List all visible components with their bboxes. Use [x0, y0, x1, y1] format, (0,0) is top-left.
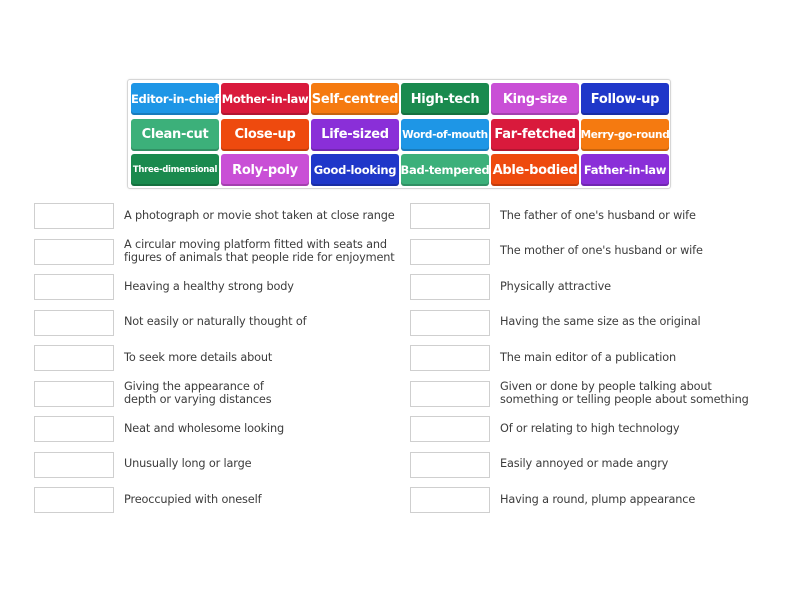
definition-text: Preoccupied with oneself: [124, 492, 262, 506]
definition-text: Neat and wholesome looking: [124, 421, 285, 435]
answer-drop-box[interactable]: [34, 203, 114, 229]
word-tile[interactable]: Bad-tempered: [401, 154, 490, 186]
answer-drop-box[interactable]: [34, 274, 114, 300]
word-tile[interactable]: Merry-go-round: [581, 118, 670, 151]
definition-text: Heaving a healthy strong body: [124, 279, 294, 293]
definition-text: The main editor of a publication: [500, 350, 676, 364]
answer-drop-box[interactable]: [410, 274, 490, 300]
word-tile[interactable]: High-tech: [401, 83, 489, 115]
answer-drop-box[interactable]: [34, 309, 114, 336]
word-bank: Editor-in-chief Mother-in-law Self-centred…: [127, 79, 671, 189]
word-tile[interactable]: Three-dimensional: [131, 154, 219, 186]
answer-drop-box[interactable]: [410, 238, 490, 265]
word-tile[interactable]: Life-sized: [311, 118, 399, 151]
definition-text: Having a round, plump appearance: [500, 492, 696, 506]
word-tile[interactable]: King-size: [491, 83, 579, 115]
definition-text: Unusually long or large: [124, 457, 252, 471]
definition-text: A circular moving platform fitted with s…: [124, 238, 395, 264]
answer-drop-box[interactable]: [410, 416, 490, 442]
definition-text: A photograph or movie shot taken at clos…: [124, 208, 395, 222]
word-tile[interactable]: Editor-in-chief: [131, 83, 219, 115]
word-tile[interactable]: Word-of-mouth: [401, 118, 489, 151]
answer-drop-box[interactable]: [410, 345, 490, 371]
answer-drop-box[interactable]: [410, 487, 490, 513]
definition-text: To seek more details about: [124, 350, 273, 364]
definition-text: Given or done by people talking about so…: [500, 380, 749, 406]
word-tile[interactable]: Mother-in-law: [221, 83, 309, 115]
answer-drop-box[interactable]: [410, 309, 490, 336]
definition-text: Of or relating to high technology: [500, 421, 680, 435]
word-tile[interactable]: Far-fetched: [491, 118, 579, 151]
answer-drop-box[interactable]: [34, 238, 114, 265]
definition-text: Not easily or naturally thought of: [124, 315, 307, 329]
answer-drop-box[interactable]: [34, 451, 114, 478]
word-tile[interactable]: Good-looking: [311, 154, 399, 186]
word-tile[interactable]: Follow-up: [581, 83, 669, 115]
word-tile[interactable]: Self-centred: [311, 83, 399, 115]
definition-text: Easily annoyed or made angry: [500, 457, 669, 471]
answer-drop-box[interactable]: [34, 416, 114, 442]
answer-drop-box[interactable]: [34, 345, 114, 371]
definition-text: The father of one's husband or wife: [500, 208, 696, 222]
word-tile[interactable]: Close-up: [221, 118, 309, 151]
word-tile[interactable]: Clean-cut: [131, 118, 219, 151]
definition-text: The mother of one's husband or wife: [500, 244, 703, 258]
word-tile[interactable]: Father-in-law: [581, 154, 669, 186]
definition-text: Physically attractive: [500, 279, 611, 293]
definition-text: Giving the appearance of depth or varyin…: [124, 380, 272, 406]
word-tile[interactable]: Roly-poly: [221, 154, 309, 186]
answer-drop-box[interactable]: [410, 203, 490, 229]
answer-drop-box[interactable]: [34, 380, 114, 407]
word-tile[interactable]: Able-bodied: [491, 154, 579, 186]
answer-drop-box[interactable]: [410, 451, 490, 478]
answer-drop-box[interactable]: [34, 487, 114, 513]
answer-drop-box[interactable]: [410, 380, 490, 407]
definition-text: Having the same size as the original: [500, 315, 701, 329]
